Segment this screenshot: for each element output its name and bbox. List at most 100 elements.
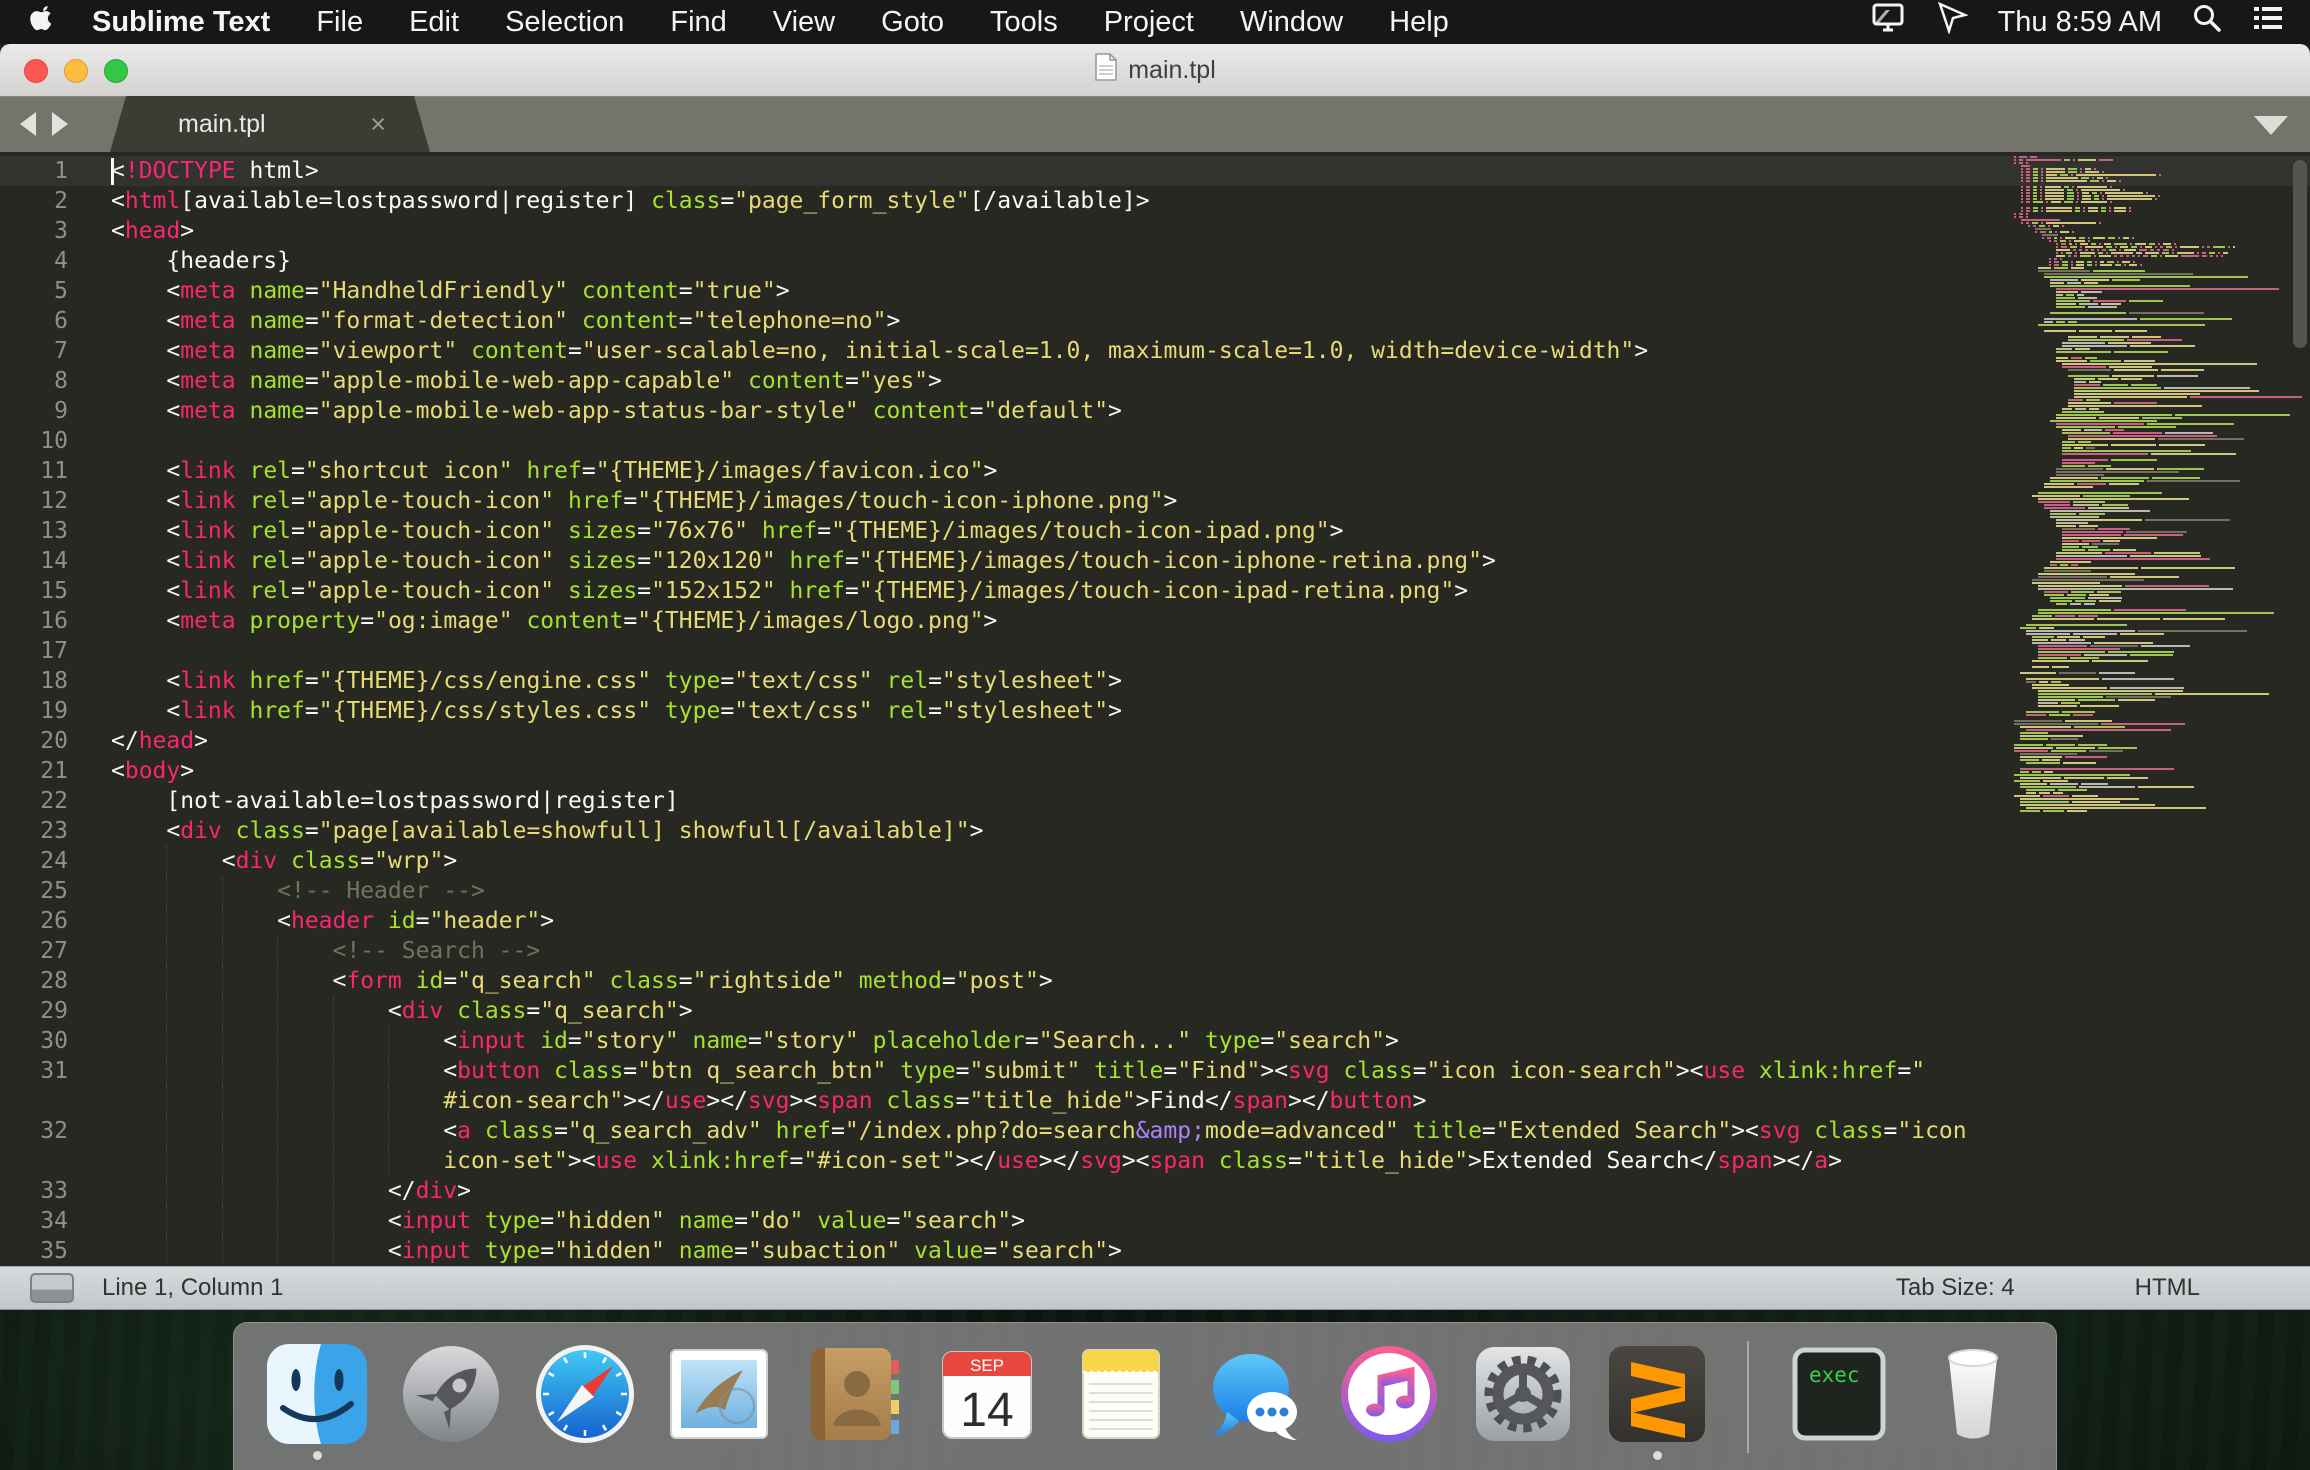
code-line-17[interactable]: 17 [0,636,2310,666]
dock-icon-contacts[interactable] [801,1342,905,1446]
code-line-4[interactable]: 4 {headers} [0,246,2310,276]
minimap-line [2020,804,2155,806]
code-line-10[interactable]: 10 [0,426,2310,456]
code-line-29[interactable]: 29 <div class="q_search"> [0,996,2310,1026]
menu-item-sublime-text[interactable]: Sublime Text [82,6,293,39]
code-line-15[interactable]: 15 <link rel="apple-touch-icon" sizes="15… [0,576,2310,606]
dock-icon-messages[interactable] [1203,1342,1307,1446]
code-line-33[interactable]: 33 </div> [0,1176,2310,1206]
indent-guide [111,306,166,336]
cursor-arrow-icon[interactable] [1936,1,1969,42]
code-line-5[interactable]: 5 <meta name="HandheldFriendly" content="… [0,276,2310,306]
code-line-8[interactable]: 8 <meta name="apple-mobile-web-app-capabl… [0,366,2310,396]
code-line-30[interactable]: 30 <input id="story" name="story" placeho… [0,1026,2310,1056]
dock-icon-notes[interactable] [1069,1342,1173,1446]
tab-overflow-icon[interactable] [2254,116,2288,135]
vintage-mode-icon[interactable] [30,1273,74,1303]
line-number: 2 [54,188,68,214]
minimap-line [2038,702,2080,704]
menu-item-help[interactable]: Help [1366,6,1472,39]
dock-icon-sublime-text[interactable] [1605,1342,1709,1460]
minimap-line [2068,402,2157,404]
scrollbar-thumb[interactable] [2293,160,2307,348]
menu-item-tools[interactable]: Tools [967,6,1081,39]
menu-clock[interactable]: Thu 8:59 AM [1998,6,2162,39]
menu-item-file[interactable]: File [293,6,386,39]
code-line-12[interactable]: 12 <link rel="apple-touch-icon" href="{TH… [0,486,2310,516]
code-line-28[interactable]: 28 <form id="q_search" class="rightside" … [0,966,2310,996]
code-line-34[interactable]: 34 <input type="hidden" name="do" value="… [0,1206,2310,1236]
dock-icon-itunes[interactable] [1337,1342,1441,1446]
line-number: 20 [40,728,68,754]
code-line-27[interactable]: 27 <!-- Search --> [0,936,2310,966]
code-line-24[interactable]: 24 <div class="wrp"> [0,846,2310,876]
window-title-bar[interactable]: main.tpl [0,44,2310,97]
minimap-line [2020,810,2087,812]
dock-icon-exec-terminal[interactable]: exec [1787,1342,1891,1446]
code-line-35[interactable]: 35 <input type="hidden" name="subaction" … [0,1236,2310,1266]
code-line-wrap[interactable]: icon-set"><use xlink:href="#icon-set"></… [0,1146,2310,1176]
menu-item-view[interactable]: View [750,6,858,39]
indent-guide [111,1116,166,1146]
code-line-6[interactable]: 6 <meta name="format-detection" content="… [0,306,2310,336]
code-line-11[interactable]: 11 <link rel="shortcut icon" href="{THEME… [0,456,2310,486]
code-line-20[interactable]: 20 </head> [0,726,2310,756]
code-line-23[interactable]: 23 <div class="page[available=showfull] s… [0,816,2310,846]
minimap-line [2038,690,2183,692]
menu-item-find[interactable]: Find [647,6,749,39]
history-forward-icon[interactable] [52,112,68,136]
syntax-indicator[interactable]: HTML [2135,1274,2200,1302]
code-line-26[interactable]: 26 <header id="header"> [0,906,2310,936]
menu-item-goto[interactable]: Goto [858,6,967,39]
code-line-3[interactable]: 3 <head> [0,216,2310,246]
code-line-21[interactable]: 21 <body> [0,756,2310,786]
code-area[interactable]: 1 <!DOCTYPE html> 2 <html[available=lostpas… [0,156,2310,1266]
code-line-32[interactable]: 32 <a class="q_search_adv" href="/index.p… [0,1116,2310,1146]
scrollbar-track[interactable] [2292,152,2308,1266]
code-line-16[interactable]: 16 <meta property="og:image" content="{TH… [0,606,2310,636]
minimap-line [2021,207,2132,209]
dock-icon-calendar[interactable]: SEP 14 [935,1342,1039,1446]
history-back-icon[interactable] [20,112,36,136]
code-line-2[interactable]: 2 <html[available=lostpassword|register] … [0,186,2310,216]
dock-icon-safari[interactable] [533,1342,637,1446]
minimap-line [2035,228,2051,230]
tab-close-icon[interactable]: × [370,109,386,140]
code-line-9[interactable]: 9 <meta name="apple-mobile-web-app-status… [0,396,2310,426]
dock-icon-trash[interactable] [1921,1342,2025,1446]
tab-size-indicator[interactable]: Tab Size: 4 [1896,1274,2015,1302]
menu-item-selection[interactable]: Selection [482,6,647,39]
menu-item-project[interactable]: Project [1081,6,1217,39]
minimap-line [2026,624,2127,626]
code-line-wrap[interactable]: #icon-search"></use></svg><span class="t… [0,1086,2310,1116]
dock-icon-launchpad[interactable] [399,1342,503,1446]
code-line-19[interactable]: 19 <link href="{THEME}/css/styles.css" ty… [0,696,2310,726]
dock-icon-finder[interactable] [265,1342,369,1460]
indent-guide [332,1086,388,1116]
code-line-31[interactable]: 31 <button class="btn q_search_btn" type=… [0,1056,2310,1086]
menu-item-window[interactable]: Window [1217,6,1366,39]
code-text: <div class="page[available=showfull] sho… [166,818,984,844]
apple-menu[interactable] [0,4,82,40]
minimap[interactable] [2014,156,2302,846]
dock-icon-system-preferences[interactable] [1471,1342,1575,1446]
code-line-25[interactable]: 25 <!-- Header --> [0,876,2310,906]
minimap-line [2020,759,2060,761]
code-line-14[interactable]: 14 <link rel="apple-touch-icon" sizes="12… [0,546,2310,576]
dock-icon-mail[interactable] [667,1342,771,1446]
spotlight-search-icon[interactable] [2192,3,2222,41]
code-line-7[interactable]: 7 <meta name="viewport" content="user-sca… [0,336,2310,366]
notification-center-icon[interactable] [2252,4,2284,40]
display-mirroring-icon[interactable] [1870,2,1906,42]
code-editor[interactable]: 1 <!DOCTYPE html> 2 <html[available=lostpas… [0,152,2310,1266]
code-line-1[interactable]: 1 <!DOCTYPE html> [0,156,2310,186]
code-line-13[interactable]: 13 <link rel="apple-touch-icon" sizes="76… [0,516,2310,546]
tab-main-tpl[interactable]: main.tpl × [110,96,430,152]
minimap-line [2062,429,2124,431]
menu-item-edit[interactable]: Edit [386,6,482,39]
indent-guide [332,1146,388,1176]
minimap-line [2021,222,2101,224]
code-line-22[interactable]: 22 [not-available=lostpassword|register] [0,786,2310,816]
minimap-line [2056,552,2200,554]
code-line-18[interactable]: 18 <link href="{THEME}/css/engine.css" ty… [0,666,2310,696]
